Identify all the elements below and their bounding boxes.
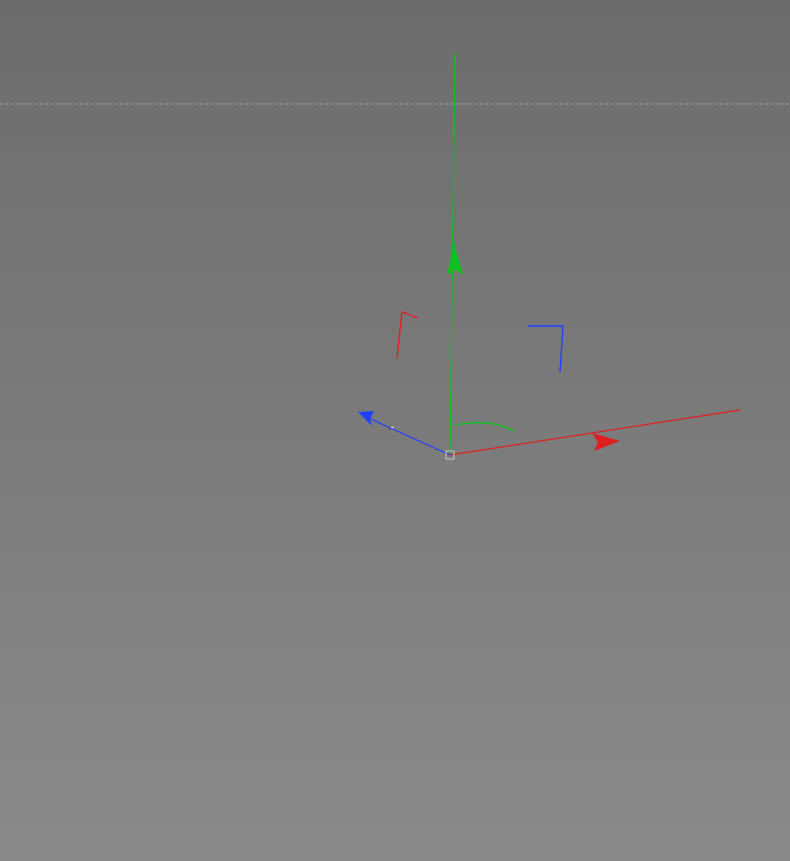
3d-viewport[interactable] <box>0 0 790 861</box>
viewport-canvas[interactable] <box>0 0 790 861</box>
